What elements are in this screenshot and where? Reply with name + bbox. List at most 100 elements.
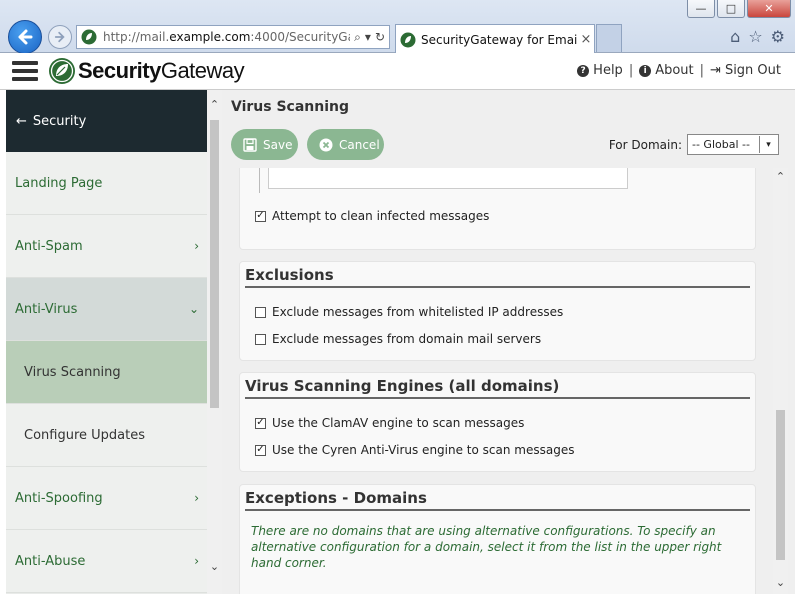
help-label: Help	[593, 63, 623, 78]
clean-infected-checkbox[interactable]: ✓	[255, 210, 266, 222]
domain-selector: For Domain: -- Global -- ▾	[609, 134, 779, 155]
page-title: Virus Scanning	[231, 99, 350, 115]
sidebar-back-security[interactable]: ← Security	[6, 90, 207, 152]
exceptions-heading: Exceptions - Domains	[245, 489, 750, 511]
domain-select[interactable]: -- Global -- ▾	[687, 134, 779, 155]
exclude-whitelisted-row[interactable]: Exclude messages from whitelisted IP add…	[255, 305, 563, 319]
browser-chrome: — □ ✕ http://mail.example.com:4000/Secur…	[0, 0, 795, 54]
exclusions-heading: Exclusions	[245, 266, 750, 288]
clamav-checkbox[interactable]: ✓	[255, 417, 266, 429]
gear-icon[interactable]: ⚙	[771, 27, 785, 46]
sign-out-link[interactable]: ⇥ Sign Out	[710, 63, 781, 78]
sidebar-scroll-thumb[interactable]	[210, 120, 219, 408]
scroll-up-icon[interactable]: ⌃	[207, 98, 222, 111]
chevron-down-icon[interactable]: ▾	[365, 30, 371, 45]
sidebar: ← Security Landing Page Anti-Spam › Anti…	[6, 90, 207, 594]
close-window-button[interactable]: ✕	[747, 0, 791, 18]
domain-select-value: -- Global --	[692, 138, 750, 151]
brand-name: SecurityGateway	[78, 58, 245, 83]
window-controls: — □ ✕	[687, 0, 791, 18]
sidebar-item-configure-updates[interactable]: Configure Updates	[6, 404, 207, 467]
sidebar-item-anti-virus[interactable]: Anti-Virus ⌄	[6, 278, 207, 341]
forward-button[interactable]	[48, 25, 72, 49]
home-icon[interactable]: ⌂	[730, 27, 740, 46]
exclude-domain-servers-label: Exclude messages from domain mail server…	[272, 332, 542, 346]
sidebar-item-virus-scanning[interactable]: Virus Scanning	[6, 341, 207, 404]
tab-title: SecurityGateway for Email S...	[421, 32, 578, 47]
minimize-button[interactable]: —	[687, 0, 715, 18]
exclude-domain-servers-row[interactable]: Exclude messages from domain mail server…	[255, 332, 541, 346]
sidebar-item-label: Configure Updates	[24, 427, 145, 443]
app-header: SecurityGateway ? Help | i About | ⇥ Sign O…	[0, 53, 795, 90]
info-icon: i	[639, 64, 652, 77]
scan-text-field[interactable]	[268, 168, 628, 189]
main-content: Virus Scanning Save Cancel For Domain: -…	[222, 90, 795, 594]
engines-panel: Virus Scanning Engines (all domains) ✓ U…	[239, 372, 756, 472]
browser-toolbar-icons: ⌂ ☆ ⚙	[730, 27, 785, 46]
search-icon[interactable]: ⌕	[354, 30, 361, 45]
chevron-right-icon: ›	[194, 554, 199, 568]
sidebar-item-anti-spoofing[interactable]: Anti-Spoofing ›	[6, 467, 207, 530]
new-tab-button[interactable]	[596, 24, 622, 52]
scroll-up-icon[interactable]: ⌃	[773, 170, 788, 183]
cyren-row[interactable]: ✓ Use the Cyren Anti-Virus engine to sca…	[255, 443, 574, 457]
cancel-label: Cancel	[339, 137, 380, 152]
save-label: Save	[263, 137, 293, 152]
floppy-disk-icon	[243, 137, 257, 152]
about-link[interactable]: i About	[639, 63, 694, 78]
settings-scroll-area: ✓ Attempt to clean infected messages Exc…	[222, 168, 795, 594]
arrow-left-icon	[18, 29, 33, 45]
scroll-down-icon[interactable]: ⌄	[207, 560, 222, 573]
header-links: ? Help | i About | ⇥ Sign Out	[577, 63, 781, 78]
sidebar-item-label: Anti-Abuse	[15, 553, 86, 569]
exclude-whitelisted-checkbox[interactable]	[255, 306, 266, 318]
sidebar-scrollbar[interactable]: ⌃ ⌄	[207, 90, 222, 594]
exclusions-panel: Exclusions Exclude messages from whiteli…	[239, 261, 756, 361]
exclude-domain-servers-checkbox[interactable]	[255, 333, 266, 345]
about-label: About	[655, 63, 694, 78]
address-bar[interactable]: http://mail.example.com:4000/SecurityGat…	[76, 25, 390, 49]
sidebar-back-label: Security	[32, 113, 87, 129]
clamav-label: Use the ClamAV engine to scan messages	[272, 416, 525, 430]
sidebar-item-label: Anti-Spoofing	[15, 490, 103, 506]
chevron-right-icon: ›	[194, 491, 199, 505]
cyren-checkbox[interactable]: ✓	[255, 444, 266, 456]
separator: |	[699, 63, 705, 78]
clean-infected-label: Attempt to clean infected messages	[272, 209, 490, 223]
sidebar-item-landing-page[interactable]: Landing Page	[6, 152, 207, 215]
sidebar-item-anti-spam[interactable]: Anti-Spam ›	[6, 215, 207, 278]
main-scroll-thumb[interactable]	[776, 410, 785, 560]
sign-out-label: Sign Out	[724, 63, 781, 78]
cancel-button[interactable]: Cancel	[307, 129, 384, 160]
menu-icon[interactable]	[12, 61, 38, 81]
main-scrollbar[interactable]: ⌃ ⌄	[773, 168, 788, 594]
indent-line	[259, 168, 260, 193]
exceptions-panel: Exceptions - Domains There are no domain…	[239, 484, 756, 594]
sidebar-item-anti-abuse[interactable]: Anti-Abuse ›	[6, 530, 207, 593]
close-tab-icon[interactable]: ×	[578, 32, 594, 47]
tab-favicon-icon	[400, 32, 416, 47]
clean-infected-row[interactable]: ✓ Attempt to clean infected messages	[255, 209, 489, 223]
chevron-right-icon: ›	[194, 239, 199, 253]
cyren-label: Use the Cyren Anti-Virus engine to scan …	[272, 443, 575, 457]
help-link[interactable]: ? Help	[577, 63, 623, 78]
logo-leaf-icon	[49, 58, 75, 84]
sidebar-item-label: Anti-Virus	[15, 301, 78, 317]
chevron-down-icon: ⌄	[188, 302, 199, 316]
star-icon[interactable]: ☆	[748, 27, 762, 46]
maximize-button[interactable]: □	[717, 0, 745, 18]
separator: |	[628, 63, 634, 78]
scroll-down-icon[interactable]: ⌄	[773, 576, 788, 589]
save-button[interactable]: Save	[231, 129, 298, 160]
back-button[interactable]	[8, 20, 42, 54]
sidebar-item-label: Anti-Spam	[15, 238, 83, 254]
site-favicon-icon	[81, 29, 97, 45]
arrow-left-icon: ←	[16, 113, 27, 129]
logo: SecurityGateway	[48, 57, 245, 85]
cancel-x-icon	[319, 138, 333, 152]
sidebar-item-label: Landing Page	[15, 175, 103, 191]
help-icon: ?	[577, 64, 590, 77]
browser-tab[interactable]: SecurityGateway for Email S... ×	[395, 24, 595, 54]
clamav-row[interactable]: ✓ Use the ClamAV engine to scan messages	[255, 416, 524, 430]
refresh-icon[interactable]: ↻	[375, 30, 385, 45]
